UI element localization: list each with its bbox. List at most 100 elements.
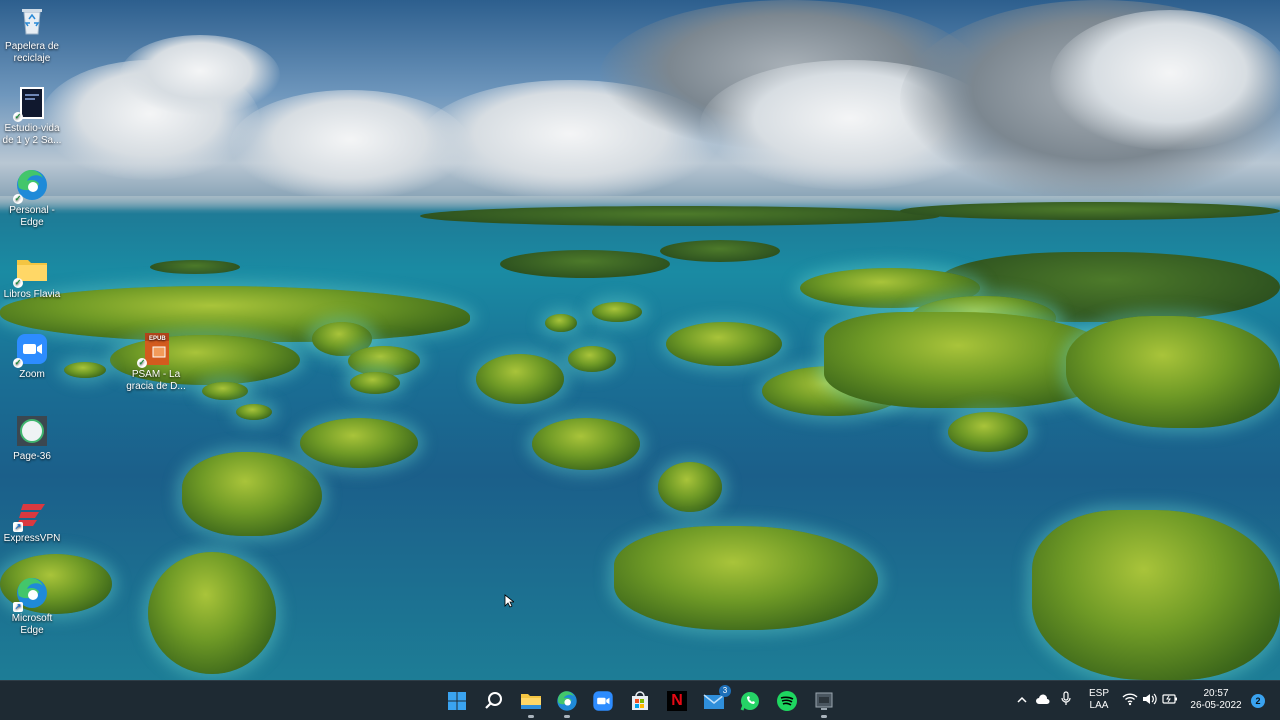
- desktop-icon-zoom[interactable]: ✓ Zoom: [0, 332, 64, 381]
- show-hidden-icons-button[interactable]: [1016, 693, 1028, 711]
- epub-tag: EPUB: [149, 336, 166, 342]
- desktop-icon-estudio-vida[interactable]: ✓ Estudio-vida de 1 y 2 Sa...: [0, 86, 64, 147]
- speaker-icon: [1143, 693, 1157, 705]
- island: [948, 412, 1028, 452]
- running-indicator: [564, 715, 570, 718]
- island: [182, 452, 322, 536]
- document-icon: ✓: [13, 86, 49, 122]
- taskbar-app[interactable]: [811, 688, 837, 718]
- sync-status-icon: ✓: [13, 278, 23, 288]
- store-icon: [632, 691, 648, 710]
- language-indicator[interactable]: ESP LAA: [1084, 688, 1114, 712]
- language-code: ESP: [1088, 688, 1109, 699]
- spotify-icon: [777, 691, 797, 711]
- windows-icon: [448, 692, 466, 710]
- expressvpn-icon: ↗: [13, 496, 49, 532]
- island: [150, 260, 240, 274]
- island: [148, 552, 276, 674]
- zoom-icon: [593, 691, 613, 711]
- island: [592, 302, 642, 322]
- search-icon: [485, 692, 502, 709]
- microphone-icon: [1061, 691, 1071, 705]
- desktop-icon-libros-flavia[interactable]: ✓ Libros Flavia: [0, 252, 64, 301]
- whatsapp-icon: [740, 692, 759, 711]
- microphone-button[interactable]: [1060, 691, 1072, 712]
- keyboard-layout: LAA: [1089, 700, 1109, 711]
- desktop-icon-personal-edge[interactable]: ✓ Personal - Edge: [0, 168, 64, 229]
- clock[interactable]: 20:57 26-05-2022: [1184, 688, 1248, 712]
- search-button[interactable]: [481, 688, 507, 714]
- island: [236, 404, 272, 420]
- netflix-icon: N: [667, 691, 687, 711]
- clock-date: 26-05-2022: [1190, 700, 1242, 711]
- desktop-icon-recycle-bin[interactable]: Papelera de reciclaje: [0, 4, 64, 65]
- island: [666, 322, 782, 366]
- sync-status-icon: ✓: [13, 112, 23, 122]
- island: [614, 526, 878, 630]
- app-icon: [815, 692, 833, 710]
- wifi-icon: [1122, 693, 1138, 706]
- island: [1032, 510, 1280, 680]
- taskbar-netflix[interactable]: N: [664, 688, 690, 714]
- island: [348, 346, 420, 376]
- cloud: [1050, 10, 1280, 150]
- sync-status-icon: ✓: [13, 194, 23, 204]
- cloud: [120, 35, 280, 115]
- desktop-icon-expressvpn[interactable]: ↗ ExpressVPN: [0, 496, 64, 545]
- network-button[interactable]: [1122, 692, 1138, 711]
- desktop-icon-microsoft-edge[interactable]: ↗ Microsoft Edge: [0, 576, 64, 637]
- recycle-bin-icon: [15, 4, 49, 38]
- volume-button[interactable]: [1142, 692, 1158, 711]
- onedrive-button[interactable]: [1035, 692, 1051, 710]
- island: [420, 206, 940, 226]
- taskbar-whatsapp[interactable]: [737, 688, 763, 714]
- running-indicator: [821, 715, 827, 718]
- shortcut-arrow-icon: ↗: [13, 602, 23, 612]
- folder-icon: ✓: [13, 252, 49, 288]
- start-button[interactable]: [444, 688, 470, 714]
- edge-icon: ↗: [13, 576, 49, 612]
- battery-plug-icon: [1162, 694, 1177, 704]
- island: [476, 354, 564, 404]
- island: [660, 240, 780, 262]
- taskbar-store[interactable]: [627, 688, 653, 714]
- taskbar-file-explorer[interactable]: [518, 688, 544, 718]
- taskbar-zoom[interactable]: [590, 688, 616, 714]
- desktop-icon-label: Estudio-vida de 1 y 2 Sa...: [2, 123, 62, 146]
- desktop-icon-label: Libros Flavia: [3, 289, 61, 300]
- island: [350, 372, 400, 394]
- taskbar-spotify[interactable]: [774, 688, 800, 714]
- island: [1066, 316, 1280, 428]
- island: [0, 286, 470, 342]
- desktop-icon-label: ExpressVPN: [3, 533, 61, 544]
- edge-icon: [557, 691, 577, 711]
- desktop-icon-page-36[interactable]: Page-36: [0, 414, 64, 463]
- island: [532, 418, 640, 470]
- shortcut-arrow-icon: ↗: [13, 522, 23, 532]
- zoom-icon: ✓: [13, 332, 49, 368]
- taskbar-edge[interactable]: [554, 688, 580, 718]
- desktop-icon-label: Papelera de reciclaje: [5, 41, 59, 64]
- epub-icon: EPUB ✓: [137, 332, 173, 368]
- desktop-wallpaper: [0, 0, 1280, 680]
- island: [300, 418, 418, 468]
- taskbar-mail[interactable]: 3: [701, 685, 731, 714]
- cloud-icon: [1036, 694, 1050, 704]
- running-indicator: [528, 715, 534, 718]
- taskbar: N 3 ESP LAA 20:57 26-05-2022 2: [0, 680, 1280, 720]
- mouse-cursor-icon: [504, 594, 514, 608]
- desktop-icon-psam[interactable]: EPUB ✓ PSAM - La gracia de D...: [124, 332, 188, 393]
- netflix-letter: N: [671, 692, 683, 709]
- island: [202, 382, 248, 400]
- notification-badge[interactable]: 2: [1251, 694, 1265, 708]
- desktop-icon-label: Zoom: [19, 369, 45, 380]
- folder-icon: [521, 694, 541, 709]
- sync-status-icon: ✓: [13, 358, 23, 368]
- desktop-icon-label: Page-36: [13, 451, 51, 462]
- island: [900, 202, 1280, 220]
- chevron-up-icon: [1017, 696, 1027, 703]
- island: [64, 362, 106, 378]
- battery-button[interactable]: [1162, 692, 1178, 711]
- island: [658, 462, 722, 512]
- island: [568, 346, 616, 372]
